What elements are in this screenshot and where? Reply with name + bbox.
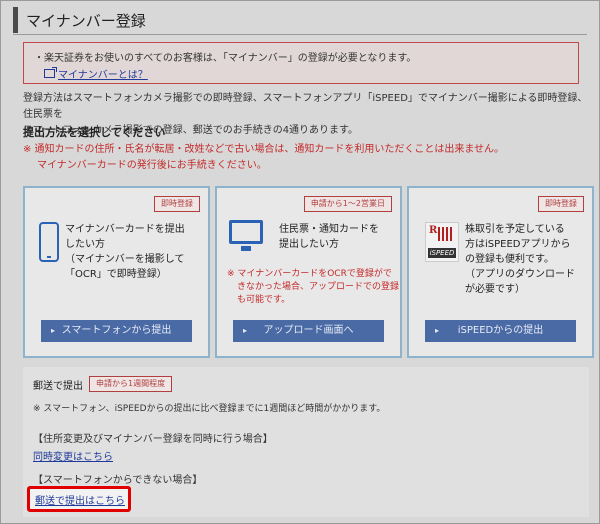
card-text-line: 「OCR」で即時登録） [65, 269, 167, 280]
description-line-1: 登録方法はスマートフォンカメラ撮影での即時登録、スマートフォンアプリ「iSPEE… [23, 93, 588, 120]
card-text-line: マイナンバーカードを提出 [65, 224, 185, 235]
title-divider [13, 34, 587, 35]
card-text-line: （マイナンバーを撮影して [65, 254, 185, 265]
card-text-line: 方はiSPEEDアプリから [465, 239, 571, 250]
page-title-bar: マイナンバー登録 [13, 7, 168, 33]
card-text-line: 株取引を予定している [465, 224, 565, 235]
go-to-upload-button[interactable]: アップロード画面へ [233, 320, 384, 342]
page-title: マイナンバー登録 [26, 12, 146, 30]
simultaneous-change-link[interactable]: 同時変更はこちら [33, 448, 113, 463]
warning-line-1: ※ 通知カードの住所・氏名が転居・改姓などで古い場合は、通知カードを利用いただく… [23, 144, 505, 155]
ispeed-app-icon: R iSPEED [425, 222, 459, 262]
notice-box: ・楽天証券をお使いのすべてのお客様は、「マイナンバー」の登録が必要となります。 … [23, 42, 579, 84]
card-text-line: 住民票・通知カードを [279, 224, 379, 235]
mail-submit-note: ※ スマートフォン、iSPEEDからの提出に比べ登録までに1週間ほど時間がかかり… [33, 404, 386, 414]
mail-submit-link-highlight[interactable]: 郵送で提出はこちら [27, 486, 131, 512]
card-text-line: 提出したい方 [279, 239, 339, 250]
card-text-line: したい方 [65, 239, 105, 250]
submit-from-smartphone-button[interactable]: スマートフォンから提出 [41, 320, 192, 342]
monitor-icon [229, 220, 263, 251]
page-frame: マイナンバー登録 ・楽天証券をお使いのすべてのお客様は、「マイナンバー」の登録が… [0, 0, 600, 524]
card-text-line: が必要です） [465, 284, 525, 295]
ispeed-card-text: 株取引を予定している 方はiSPEEDアプリから の登録も便利です。 （アプリの… [465, 222, 575, 297]
card-note-line: も可能です。 [237, 295, 291, 305]
notice-text: ・楽天証券をお使いのすべてのお客様は、「マイナンバー」の登録が必要となります。 [34, 53, 417, 64]
mail-submit-title: 郵送で提出 [33, 381, 83, 392]
what-is-mynumber-link-label: マイナンバーとは？ [58, 70, 148, 81]
card-note-line: ※ マイナンバーカードをOCRで登録がで [227, 269, 392, 279]
smartphone-icon [39, 222, 59, 262]
one-to-two-business-days-badge: 申請から1～2営業日 [303, 196, 392, 212]
mail-submit-link[interactable]: 郵送で提出はこちら [35, 492, 125, 507]
upload-card-note: ※ マイナンバーカードをOCRで登録がで きなかった場合、アップロードでの登録 … [227, 268, 399, 307]
instant-registration-badge: 即時登録 [538, 196, 584, 212]
rakuten-r-mark: R [429, 225, 438, 236]
rakuten-ribbon-mark [438, 227, 452, 241]
ispeed-icon-label: iSPEED [428, 248, 456, 258]
smartphone-submit-card: 即時登録 マイナンバーカードを提出 したい方 （マイナンバーを撮影して 「OCR… [23, 186, 210, 358]
choose-method-heading: 提出方法を選択してください [23, 126, 166, 139]
one-week-badge: 申請から1週間程度 [89, 376, 173, 392]
smartphone-card-text: マイナンバーカードを提出 したい方 （マイナンバーを撮影して 「OCR」で即時登… [65, 222, 185, 282]
instant-registration-badge: 即時登録 [154, 196, 200, 212]
external-window-icon [44, 67, 57, 78]
address-change-heading: 【住所変更及びマイナンバー登録を同時に行う場合】 [33, 434, 273, 445]
submit-from-ispeed-button[interactable]: iSPEEDからの提出 [425, 320, 576, 342]
card-text-line: の登録も便利です。 [465, 254, 554, 265]
cannot-use-smartphone-heading: 【スマートフォンからできない場合】 [33, 475, 203, 486]
warning-line-2: マイナンバーカードの発行後にお手続きください。 [37, 160, 267, 171]
upload-submit-card: 申請から1～2営業日 住民票・通知カードを 提出したい方 ※ マイナンバーカード… [215, 186, 402, 358]
what-is-mynumber-link[interactable]: マイナンバーとは？ [44, 66, 148, 81]
mail-submit-section: 郵送で提出 申請から1週間程度 ※ スマートフォン、iSPEEDからの提出に比べ… [23, 367, 589, 517]
upload-card-text: 住民票・通知カードを 提出したい方 [279, 222, 379, 252]
ispeed-submit-card: 即時登録 R iSPEED 株取引を予定している 方はiSPEEDアプリから の… [407, 186, 594, 358]
card-note-line: きなかった場合、アップロードでの登録 [237, 282, 400, 292]
card-text-line: （アプリのダウンロード [465, 269, 575, 280]
notification-card-warning: ※ 通知カードの住所・氏名が転居・改姓などで古い場合は、通知カードを利用いただく… [23, 142, 504, 174]
